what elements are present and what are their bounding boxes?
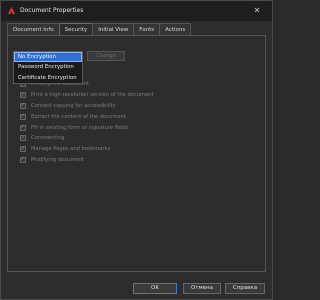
encryption-option-none[interactable]: No Encryption bbox=[14, 52, 82, 63]
permission-label: Modifying document bbox=[31, 156, 85, 163]
permission-label: Commenting bbox=[31, 135, 65, 142]
permission-checkbox: ✓ bbox=[20, 134, 26, 142]
permission-label: Fill in existing form or signature field… bbox=[31, 124, 129, 131]
permission-checkbox: ✓ bbox=[20, 102, 26, 109]
encryption-option-certificate[interactable]: Certificate Encryption bbox=[14, 73, 82, 83]
permission-checkbox: ✓ bbox=[20, 113, 26, 120]
permission-manage-pages: ✓ Manage Pages and bookmarks bbox=[20, 144, 154, 155]
permission-extract-content: ✓ Extract the content of the document bbox=[20, 111, 154, 122]
permission-label: Print a high-resolution version of the d… bbox=[31, 92, 154, 99]
permission-label: Extract the content of the document bbox=[31, 113, 126, 120]
change-settings-button: Change bbox=[87, 51, 125, 61]
permission-checkbox: ✓ bbox=[20, 91, 26, 99]
permission-label: Manage Pages and bookmarks bbox=[31, 146, 111, 153]
ok-button[interactable]: OK bbox=[133, 283, 177, 294]
encryption-dropdown-list[interactable]: No Encryption Password Encryption Certif… bbox=[13, 51, 83, 84]
permission-high-res-print: ✓ Print a high-resolution version of the… bbox=[20, 90, 154, 101]
permission-checkbox: ✓ bbox=[20, 145, 26, 153]
window-title: Document Properties bbox=[20, 7, 84, 14]
permission-fill-forms: ✓ Fill in existing form or signature fie… bbox=[20, 122, 154, 133]
pdf-app-icon bbox=[7, 6, 16, 15]
close-button[interactable]: ✕ bbox=[249, 4, 265, 17]
document-properties-dialog: Document Properties ✕ Document Info Secu… bbox=[0, 0, 273, 300]
permission-label: Content copying for accessibility bbox=[31, 102, 116, 109]
encryption-option-password[interactable]: Password Encryption bbox=[14, 62, 82, 72]
close-icon: ✕ bbox=[253, 6, 261, 15]
permission-checkbox: ✓ bbox=[20, 156, 26, 163]
permission-checkbox: ✓ bbox=[20, 124, 26, 131]
cancel-button[interactable]: Отмена bbox=[183, 283, 221, 294]
permission-commenting: ✓ Commenting bbox=[20, 133, 154, 144]
help-button[interactable]: Справка bbox=[225, 283, 265, 294]
title-bar: Document Properties ✕ bbox=[1, 1, 272, 21]
permission-modifying: ✓ Modifying document bbox=[20, 155, 154, 166]
permission-accessibility-copy: ✓ Content copying for accessibility bbox=[20, 101, 154, 112]
permissions-list: ✓ Printing the document ✓ Print a high-r… bbox=[20, 79, 154, 165]
